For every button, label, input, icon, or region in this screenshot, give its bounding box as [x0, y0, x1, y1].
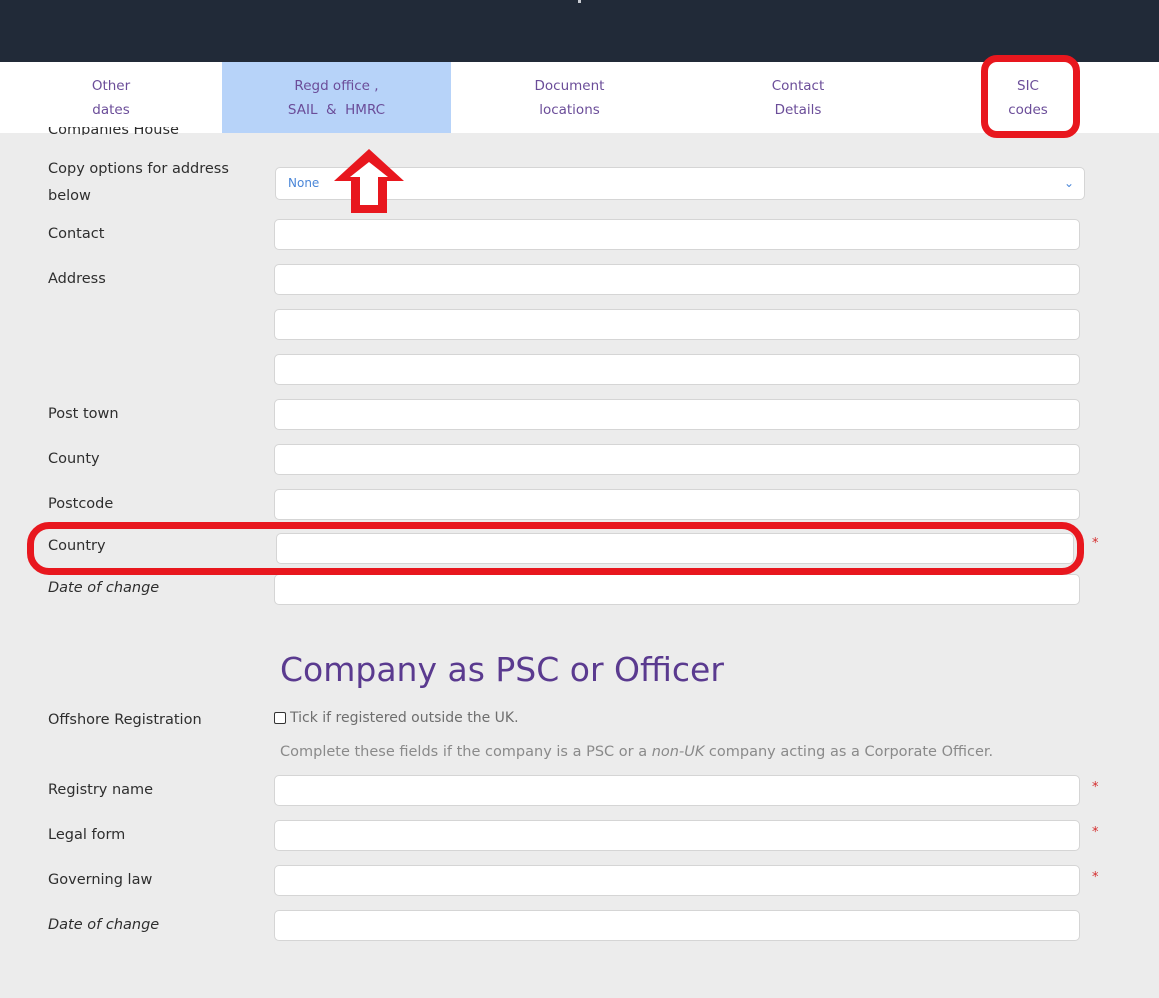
registry-name-input[interactable]: [274, 775, 1080, 806]
date-of-change-input[interactable]: [274, 574, 1080, 605]
tab-contact-details[interactable]: Contact Details: [688, 62, 908, 133]
contact-label: Contact: [48, 226, 105, 242]
offshore-checkbox[interactable]: [274, 712, 286, 724]
chevron-down-icon: ⌄: [1063, 176, 1074, 190]
hint-emphasis: non-UK: [651, 744, 705, 760]
annotation-highlight-sic-tab: [981, 55, 1080, 138]
tab-label-line1: Document: [534, 77, 605, 94]
required-marker: *: [1092, 536, 1099, 551]
hint-prefix: Complete these fields if the company is …: [280, 744, 652, 760]
governing-law-label: Governing law: [48, 872, 153, 888]
required-marker: *: [1092, 870, 1099, 885]
tab-regd-office[interactable]: Regd office , SAIL & HMRC: [222, 62, 451, 133]
tab-other-dates[interactable]: Other dates: [0, 62, 222, 133]
county-input[interactable]: [274, 444, 1080, 475]
tab-label-line2: locations: [539, 101, 600, 118]
annotation-highlight-country: [27, 522, 1084, 575]
postcode-label: Postcode: [48, 496, 114, 512]
offshore-registration-label: Offshore Registration: [48, 712, 202, 728]
county-label: County: [48, 451, 100, 467]
psc-date-of-change-label: Date of change: [48, 917, 160, 933]
tab-label-line2: SAIL & HMRC: [287, 101, 386, 118]
companies-house-text: Companies House: [48, 127, 179, 135]
top-header-bar: [0, 0, 1159, 62]
tab-document-locations[interactable]: Document locations: [451, 62, 688, 133]
governing-law-input[interactable]: [274, 865, 1080, 896]
tab-label-line1: Regd office ,: [294, 77, 379, 94]
companies-house-label: Companies House: [48, 127, 179, 135]
legal-form-label: Legal form: [48, 827, 126, 843]
address-line3-input[interactable]: [274, 354, 1080, 385]
contact-input[interactable]: [274, 219, 1080, 250]
post-town-input[interactable]: [274, 399, 1080, 430]
tab-label-line1: Other: [91, 77, 131, 94]
header-marker: [578, 0, 581, 3]
section-heading-psc: Company as PSC or Officer: [280, 650, 724, 689]
tab-label-line2: dates: [92, 101, 130, 118]
annotation-up-arrow-icon: [334, 149, 404, 213]
psc-date-of-change-input[interactable]: [274, 910, 1080, 941]
tab-label-line1: Contact: [771, 77, 825, 94]
copy-options-value: None: [288, 176, 320, 190]
date-of-change-label: Date of change: [48, 580, 160, 596]
post-town-label: Post town: [48, 406, 119, 422]
psc-hint-text: Complete these fields if the company is …: [280, 741, 993, 763]
tab-label-line2: Details: [774, 101, 822, 118]
offshore-checkbox-label: Tick if registered outside the UK.: [290, 710, 519, 726]
address-label: Address: [48, 271, 106, 287]
required-marker: *: [1092, 780, 1099, 795]
copy-options-label: Copy options for address below: [48, 161, 229, 204]
legal-form-input[interactable]: [274, 820, 1080, 851]
address-line1-input[interactable]: [274, 264, 1080, 295]
offshore-checkbox-row[interactable]: Tick if registered outside the UK.: [274, 710, 519, 726]
hint-suffix: company acting as a Corporate Officer.: [704, 744, 994, 760]
required-marker: *: [1092, 825, 1099, 840]
postcode-input[interactable]: [274, 489, 1080, 520]
registry-name-label: Registry name: [48, 782, 154, 798]
address-line2-input[interactable]: [274, 309, 1080, 340]
